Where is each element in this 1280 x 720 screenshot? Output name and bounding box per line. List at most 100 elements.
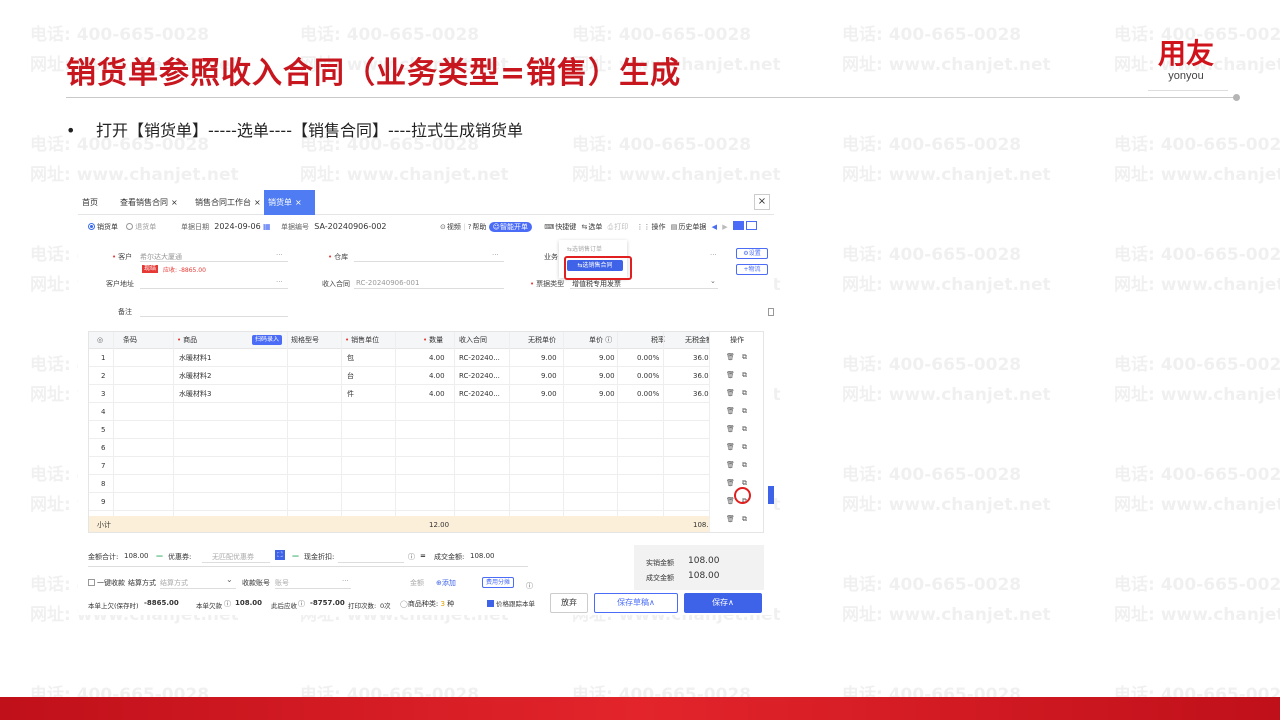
cell-product[interactable]: 水暖材料2 (179, 367, 211, 385)
cell-tax[interactable]: 0.00% (637, 367, 659, 385)
cell-contract[interactable]: RC-20240... (459, 385, 500, 403)
tab-sales-delivery[interactable]: 销货单 × (264, 190, 315, 215)
cell-amount-ex[interactable]: 36.0 (693, 349, 709, 367)
help-circle-icon[interactable]: ⓘ (526, 581, 533, 591)
tab-close-icon[interactable]: × (171, 198, 178, 207)
copy-row-icon[interactable]: ⧉ (742, 371, 747, 380)
copy-row-icon[interactable]: ⧉ (742, 461, 747, 470)
view-list-icon[interactable] (732, 221, 744, 230)
copy-row-icon[interactable]: ⧉ (742, 389, 747, 398)
radio-unselected-icon[interactable] (126, 223, 134, 230)
help-button[interactable]: 帮助 (472, 223, 486, 231)
delete-row-icon[interactable]: 🗑 (726, 515, 735, 523)
radio-label-delivery[interactable]: 销货单 (97, 223, 118, 231)
address-more-icon[interactable]: ··· (276, 278, 283, 286)
edge-blue-tab[interactable] (768, 486, 774, 504)
discount-input[interactable] (338, 562, 404, 563)
calendar-icon[interactable]: ▦ (263, 222, 271, 231)
table-row[interactable]: 1 水暖材料1 包 4.00 RC-20240... 9.00 9.00 0.00% 36.0 (89, 349, 763, 367)
table-row[interactable]: 4 (89, 403, 763, 421)
cell-contract[interactable]: RC-20240... (459, 349, 500, 367)
cell-contract[interactable]: RC-20240... (459, 367, 500, 385)
radio-selected-icon[interactable] (88, 223, 95, 230)
cell-price[interactable]: 9.00 (599, 385, 615, 403)
save-button[interactable]: 保存∧ (684, 593, 762, 613)
delete-row-icon[interactable]: 🗑 (726, 461, 735, 469)
cell-no[interactable]: 5 (101, 421, 105, 439)
warehouse-input[interactable] (354, 261, 504, 262)
customer-more-icon[interactable]: ··· (276, 251, 283, 259)
table-row[interactable]: 6 (89, 439, 763, 457)
table-row[interactable]: 3 水暖材料3 件 4.00 RC-20240... 9.00 9.00 0.00% 36.0 (89, 385, 763, 403)
cell-unit[interactable]: 包 (347, 349, 354, 367)
table-row[interactable]: 5 (89, 421, 763, 439)
one-click-collect[interactable]: 一键收款 (88, 578, 125, 588)
dropdown-item-select-sales-order[interactable]: ⇆选销售订单 (567, 244, 602, 253)
delete-row-icon[interactable]: 🗑 (726, 353, 735, 361)
help-circle-icon[interactable]: ⓘ (298, 599, 305, 609)
contract-value[interactable]: RC-20240906-001 (356, 279, 419, 287)
cell-unit[interactable]: 台 (347, 367, 354, 385)
cell-no[interactable]: 2 (101, 367, 105, 385)
copy-row-icon[interactable]: ⧉ (742, 353, 747, 362)
cell-price-ex[interactable]: 9.00 (541, 367, 557, 385)
warehouse-more-icon[interactable]: ··· (492, 251, 499, 259)
save-draft-button[interactable]: 保存草稿∧ (594, 593, 678, 613)
cell-no[interactable]: 6 (101, 439, 105, 457)
cell-tax[interactable]: 0.00% (637, 349, 659, 367)
tab-close-icon[interactable]: × (295, 198, 302, 207)
remark-input[interactable] (140, 316, 288, 317)
address-input[interactable] (140, 288, 288, 289)
cell-no[interactable]: 8 (101, 475, 105, 493)
history-button[interactable]: 历史单据 (678, 223, 706, 231)
tab-view-contract[interactable]: 查看销售合同 × (116, 190, 182, 215)
copy-row-icon[interactable]: ⧉ (742, 425, 747, 434)
coupon-picker-icon[interactable]: ⛶ (275, 550, 285, 560)
next-arrow-icon[interactable]: ▶ (722, 223, 727, 231)
table-row[interactable]: 7 (89, 457, 763, 475)
cell-no[interactable]: 4 (101, 403, 105, 421)
fee-split-button[interactable]: 费用分摊 (482, 577, 515, 588)
settle-select[interactable]: 结算方式 (160, 578, 188, 588)
print-button[interactable]: 打印 (614, 223, 628, 231)
cell-no[interactable]: 9 (101, 493, 105, 511)
edge-doc-icon[interactable] (768, 308, 774, 316)
cell-qty[interactable]: 4.00 (429, 367, 445, 385)
discard-button[interactable]: 放弃 (550, 593, 588, 613)
business-more-icon[interactable]: ··· (710, 251, 717, 259)
delete-row-icon[interactable]: 🗑 (726, 425, 735, 433)
delete-row-icon[interactable]: 🗑 (726, 443, 735, 451)
cell-amount-ex[interactable]: 36.0 (693, 385, 709, 403)
radio-label-return[interactable]: 退货单 (135, 223, 156, 231)
cell-unit[interactable]: 件 (347, 385, 354, 403)
date-value[interactable]: 2024-09-06 (214, 222, 261, 231)
delete-row-icon[interactable]: 🗑 (726, 389, 735, 397)
prev-arrow-icon[interactable]: ◀ (712, 223, 717, 231)
view-grid-icon[interactable] (746, 221, 758, 230)
close-window-button[interactable]: × (754, 194, 770, 210)
scan-entry-button[interactable]: 扫码录入 (252, 335, 283, 345)
shortcut-button[interactable]: 快捷键 (555, 223, 576, 231)
copy-row-icon[interactable]: ⧉ (742, 443, 747, 452)
table-row[interactable]: 2 水暖材料2 台 4.00 RC-20240... 9.00 9.00 0.00% 36.0 (89, 367, 763, 385)
copy-row-icon[interactable]: ⧉ (742, 515, 747, 524)
cell-price-ex[interactable]: 9.00 (541, 385, 557, 403)
tab-home[interactable]: 首页 (78, 190, 102, 215)
copy-row-icon[interactable]: ⧉ (742, 407, 747, 416)
video-button[interactable]: 视频 (447, 223, 461, 231)
account-input[interactable]: 账号 (275, 578, 289, 588)
cell-no[interactable]: 3 (101, 385, 105, 403)
cell-product[interactable]: 水暖材料1 (179, 349, 211, 367)
cell-price-ex[interactable]: 9.00 (541, 349, 557, 367)
account-more-icon[interactable]: ··· (342, 577, 349, 585)
chevron-down-icon[interactable]: ⌄ (226, 575, 233, 584)
checkbox-checked-icon[interactable] (487, 600, 494, 607)
logistics-button[interactable]: +物流 (736, 264, 768, 275)
add-payment-button[interactable]: ⊕添加 (436, 578, 456, 588)
table-row[interactable]: 9 (89, 493, 763, 511)
price-trace-checkbox[interactable]: 价格跟踪本单 (487, 598, 535, 608)
delete-row-icon[interactable]: 🗑 (726, 407, 735, 415)
cell-tax[interactable]: 0.00% (637, 385, 659, 403)
cell-amount-ex[interactable]: 36.0 (693, 367, 709, 385)
operation-button[interactable]: 操作 (652, 223, 666, 231)
